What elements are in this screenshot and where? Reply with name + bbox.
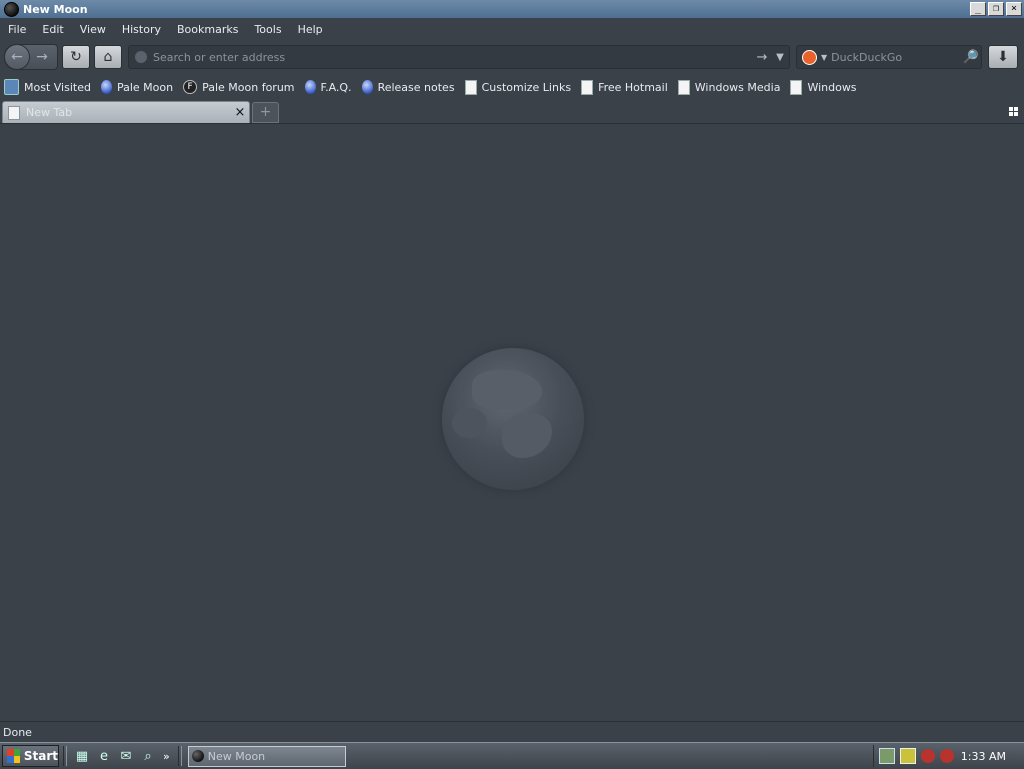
back-forward-group: ← → — [4, 44, 58, 70]
history-dropdown-icon[interactable]: ▼ — [771, 52, 789, 63]
pale-moon-icon — [100, 80, 112, 94]
clock[interactable]: 1:33 AM — [961, 750, 1006, 763]
home-icon: ⌂ — [103, 49, 113, 65]
tab-label: New Tab — [26, 106, 73, 119]
start-button[interactable]: Start — [2, 745, 59, 767]
forward-button[interactable]: → — [30, 49, 54, 65]
bookmarks-toolbar: Most Visited Pale Moon F Pale Moon forum… — [0, 76, 1024, 98]
bookmark-pale-moon[interactable]: Pale Moon — [97, 80, 179, 94]
duckduckgo-icon[interactable] — [802, 49, 817, 65]
menu-tools[interactable]: Tools — [246, 23, 289, 36]
status-text: Done — [3, 725, 32, 739]
search-magnifier-icon[interactable]: 🔎 — [961, 50, 981, 65]
bookmark-faq[interactable]: F.A.Q. — [301, 80, 358, 94]
search-bar[interactable]: ▼ DuckDuckGo 🔎 — [796, 45, 982, 69]
bookmark-label: Release notes — [377, 80, 455, 94]
reload-button[interactable]: ↻ — [62, 45, 90, 69]
page-icon — [8, 105, 20, 120]
back-arrow-icon: ← — [11, 49, 23, 65]
menu-help[interactable]: Help — [290, 23, 331, 36]
menu-view[interactable]: View — [72, 23, 114, 36]
bookmark-release-notes[interactable]: Release notes — [358, 80, 461, 94]
page-icon — [581, 79, 594, 95]
tab-new-tab[interactable]: New Tab × — [2, 101, 250, 123]
page-icon — [790, 79, 803, 95]
page-content[interactable] — [0, 124, 1024, 721]
show-desktop-icon[interactable]: ▦ — [73, 747, 91, 765]
bookmark-free-hotmail[interactable]: Free Hotmail — [577, 79, 674, 95]
bookmark-windows-media[interactable]: Windows Media — [674, 79, 787, 95]
new-moon-app-icon — [4, 1, 19, 17]
back-button[interactable]: ← — [4, 44, 30, 70]
site-identity-icon[interactable] — [135, 51, 147, 63]
bookmark-label: F.A.Q. — [320, 80, 352, 94]
window-controls: _ ❐ × — [970, 2, 1022, 16]
bookmark-label: Pale Moon — [116, 80, 174, 94]
search-folder-icon[interactable]: ⌕ — [139, 747, 157, 765]
close-window-button[interactable]: × — [1006, 2, 1022, 16]
bookmark-label: Most Visited — [24, 80, 91, 94]
menu-edit[interactable]: Edit — [34, 23, 71, 36]
downloads-button[interactable]: ⬇ — [988, 45, 1018, 69]
internet-explorer-icon[interactable]: e — [95, 747, 113, 765]
reload-icon: ↻ — [70, 49, 82, 65]
network-icon[interactable] — [879, 748, 895, 764]
new-moon-app-icon — [191, 750, 204, 762]
menu-history[interactable]: History — [114, 23, 169, 36]
bookmark-windows[interactable]: Windows — [786, 79, 862, 95]
security-icon[interactable] — [900, 748, 916, 764]
new-tab-button[interactable]: + — [252, 102, 279, 123]
taskbar-separator — [63, 746, 67, 766]
pale-moon-icon — [361, 80, 373, 94]
menu-bookmarks[interactable]: Bookmarks — [169, 23, 246, 36]
bookmark-most-visited[interactable]: Most Visited — [0, 79, 97, 95]
tab-groups-icon[interactable] — [1009, 107, 1018, 116]
forum-icon: F — [183, 80, 198, 94]
bookmark-label: Pale Moon forum — [202, 80, 295, 94]
bookmark-label: Windows — [807, 80, 857, 94]
task-label: New Moon — [207, 749, 266, 763]
address-input[interactable]: Search or enter address — [153, 51, 753, 64]
taskbar-separator — [177, 746, 182, 766]
search-engine-dropdown-icon[interactable]: ▼ — [821, 53, 827, 62]
new-moon-globe-logo — [442, 348, 584, 490]
menu-bar: File Edit View History Bookmarks Tools H… — [0, 18, 1024, 40]
status-bar: Done — [0, 721, 1024, 742]
menu-file[interactable]: File — [0, 23, 34, 36]
page-icon — [677, 79, 690, 95]
most-visited-icon — [4, 79, 19, 95]
home-button[interactable]: ⌂ — [94, 45, 122, 69]
address-bar[interactable]: Search or enter address → ▼ — [128, 45, 790, 69]
quick-launch-more-icon[interactable]: » — [163, 750, 170, 763]
download-arrow-icon: ⬇ — [997, 49, 1009, 65]
close-tab-icon[interactable]: × — [231, 105, 249, 120]
start-label: Start — [23, 749, 58, 763]
system-tray: 1:33 AM — [873, 745, 1024, 767]
pale-moon-icon — [304, 80, 316, 94]
go-arrow-icon[interactable]: → — [753, 50, 771, 65]
bookmark-label: Customize Links — [481, 80, 572, 94]
window-titlebar[interactable]: New Moon _ ❐ × — [0, 0, 1024, 18]
tab-strip: New Tab × + — [0, 99, 1024, 124]
search-input[interactable]: DuckDuckGo — [831, 51, 961, 64]
forward-arrow-icon: → — [36, 49, 48, 65]
bookmark-pale-moon-forum[interactable]: F Pale Moon forum — [179, 80, 300, 94]
bookmark-customize-links[interactable]: Customize Links — [461, 79, 578, 95]
bookmark-label: Windows Media — [694, 80, 781, 94]
windows-logo-icon — [7, 749, 20, 763]
navigation-toolbar: ← → ↻ ⌂ Search or enter address → ▼ ▼ Du… — [0, 40, 1024, 74]
page-icon — [464, 79, 477, 95]
outlook-express-icon[interactable]: ✉ — [117, 747, 135, 765]
minimize-button[interactable]: _ — [970, 2, 986, 16]
bookmark-label: Free Hotmail — [598, 80, 668, 94]
taskbar-new-moon-button[interactable]: New Moon — [187, 745, 346, 767]
windows-taskbar: Start ▦ e ✉ ⌕ » New Moon 1:33 AM — [0, 742, 1024, 769]
alert-icon[interactable] — [921, 749, 935, 763]
window-title: New Moon — [23, 2, 88, 16]
restore-button[interactable]: ❐ — [988, 2, 1004, 16]
alert-icon[interactable] — [940, 749, 954, 763]
